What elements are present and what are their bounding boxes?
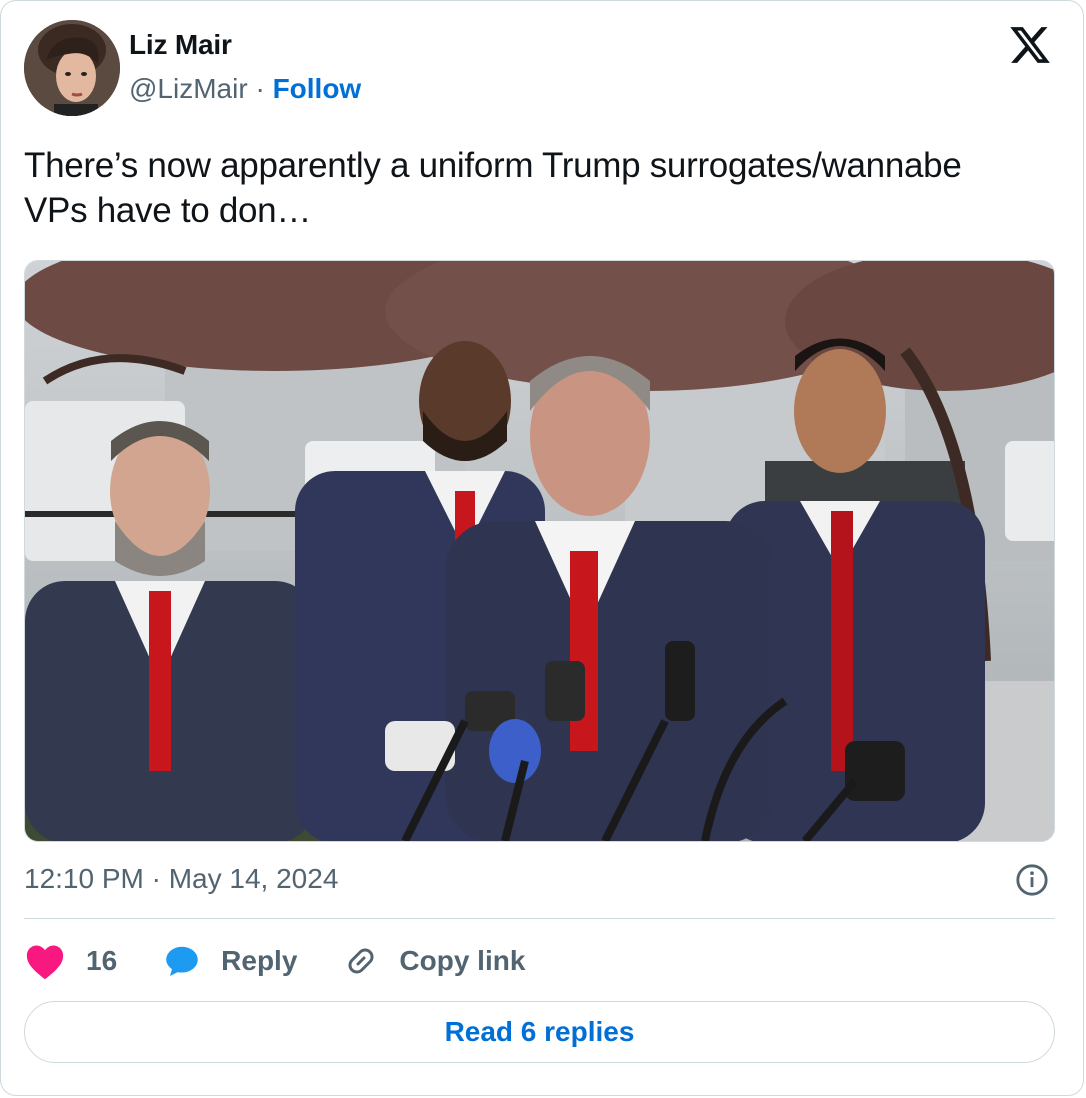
tweet-timestamp[interactable]: 12:10 PM · May 14, 2024 bbox=[24, 863, 338, 895]
divider bbox=[24, 918, 1055, 919]
reply-bubble-icon bbox=[166, 946, 198, 976]
tweet-text: There’s now apparently a uniform Trump s… bbox=[24, 146, 962, 230]
author-name[interactable]: Liz Mair bbox=[129, 29, 232, 61]
author-handle[interactable]: @LizMair bbox=[129, 73, 248, 104]
read-replies-button[interactable]: Read 6 replies bbox=[24, 1001, 1055, 1063]
like-count: 16 bbox=[86, 945, 118, 976]
info-icon[interactable] bbox=[1015, 863, 1049, 897]
link-icon bbox=[348, 948, 374, 974]
heart-icon bbox=[26, 945, 64, 980]
avatar-image bbox=[24, 20, 120, 116]
tweet-media[interactable] bbox=[24, 260, 1055, 842]
copy-link-label: Copy link bbox=[399, 945, 526, 976]
reply-button[interactable]: Reply bbox=[163, 943, 297, 979]
copy-link-button[interactable]: Copy link bbox=[343, 943, 525, 979]
reply-label: Reply bbox=[221, 945, 298, 976]
handle-separator: · bbox=[247, 73, 273, 104]
follow-link[interactable]: Follow bbox=[273, 73, 362, 104]
action-bar: 16 Reply Copy link bbox=[24, 939, 571, 983]
like-button[interactable]: 16 bbox=[24, 942, 117, 980]
tweet-card: Liz Mair @LizMair · Follow There’s now a… bbox=[0, 0, 1084, 1096]
x-logo-icon[interactable] bbox=[1007, 23, 1053, 67]
avatar[interactable] bbox=[24, 20, 120, 116]
author-handle-row: @LizMair · Follow bbox=[129, 73, 361, 105]
press-conference-photo bbox=[25, 261, 1054, 841]
